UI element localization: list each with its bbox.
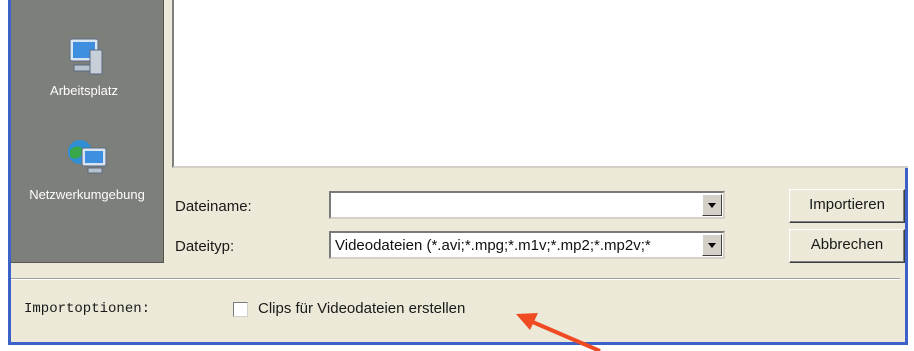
annotation-arrow-icon <box>516 313 601 351</box>
